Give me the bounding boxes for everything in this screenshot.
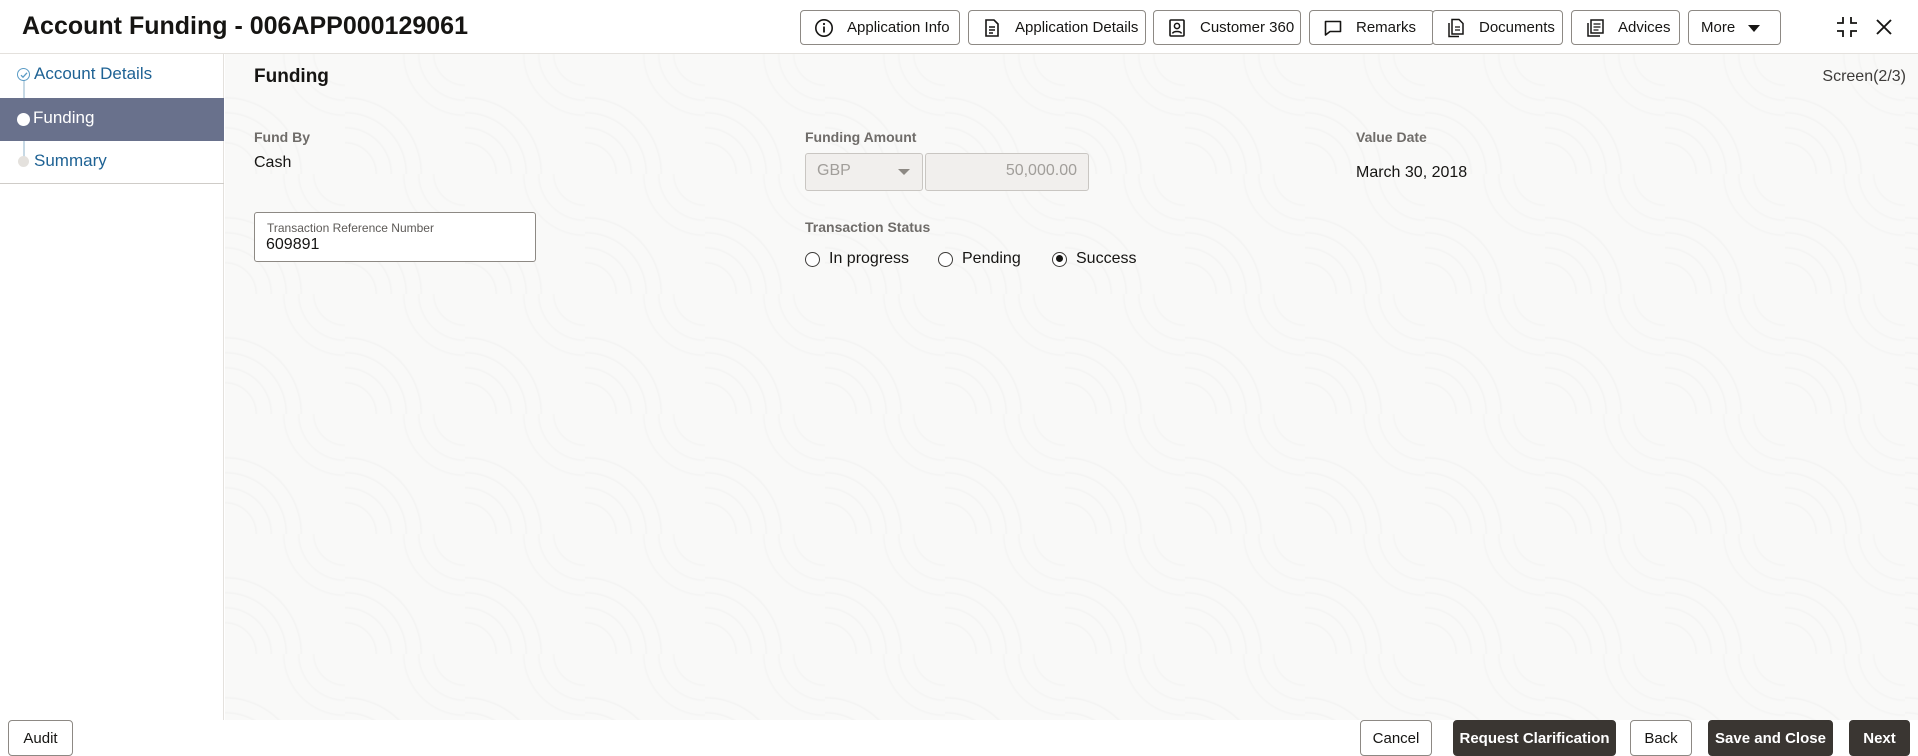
remarks-button[interactable]: Remarks — [1309, 10, 1434, 45]
pending-step-dot-icon — [18, 156, 29, 167]
step-label: Account Details — [34, 64, 153, 83]
radio-circle — [805, 251, 820, 267]
currency-value: GBP — [817, 162, 851, 179]
customer-360-button[interactable]: Customer 360 — [1153, 10, 1301, 45]
transaction-reference-field[interactable]: Transaction Reference Number 609891 — [254, 212, 536, 262]
more-menu-button[interactable]: More — [1688, 10, 1781, 45]
funding-form: Funding Screen(2/3) Fund By Cash Funding… — [225, 54, 1918, 720]
remarks-label: Remarks — [1356, 19, 1417, 36]
currency-select[interactable]: GBP — [805, 153, 923, 191]
value-date-value: March 30, 2018 — [1356, 164, 1468, 181]
advices-icon — [1584, 17, 1606, 39]
info-icon — [813, 17, 835, 39]
radio-success[interactable]: Success — [1052, 250, 1136, 268]
funding-amount-input[interactable]: 50,000.00 — [925, 153, 1089, 191]
step-label: Summary — [34, 151, 107, 170]
application-info-button[interactable]: Application Info — [800, 10, 960, 45]
application-details-button[interactable]: Application Details — [968, 10, 1146, 45]
dropdown-arrow-icon — [898, 169, 910, 175]
divider — [0, 183, 224, 184]
radio-pending[interactable]: Pending — [938, 250, 1021, 268]
advices-label: Advices — [1618, 19, 1671, 36]
back-button[interactable]: Back — [1630, 720, 1692, 756]
funding-amount-label: Funding Amount — [805, 129, 917, 145]
documents-icon — [1445, 17, 1467, 39]
customer-360-label: Customer 360 — [1200, 19, 1295, 36]
document-details-icon — [981, 17, 1003, 39]
section-title: Funding — [254, 66, 329, 87]
more-label: More — [1701, 19, 1736, 36]
page-title: Account Funding - 006APP000129061 — [22, 12, 468, 40]
documents-label: Documents — [1479, 19, 1555, 36]
comment-icon — [1322, 17, 1344, 39]
transaction-reference-value: 609891 — [266, 236, 320, 253]
radio-label: In progress — [829, 250, 910, 267]
radio-label: Success — [1076, 250, 1137, 267]
customer-card-icon — [1166, 17, 1188, 39]
transaction-status-label: Transaction Status — [805, 219, 931, 235]
screen-counter: Screen(2/3) — [1822, 68, 1906, 85]
footer-bar: Audit Cancel Request Clarification Back … — [0, 720, 1918, 756]
audit-button[interactable]: Audit — [8, 720, 73, 756]
value-date-label: Value Date — [1356, 129, 1427, 145]
next-button[interactable]: Next — [1849, 720, 1910, 756]
advices-button[interactable]: Advices — [1571, 10, 1680, 45]
current-step-dot-icon — [17, 113, 30, 126]
radio-circle — [938, 251, 953, 267]
step-summary[interactable]: Summary — [0, 141, 224, 184]
documents-button[interactable]: Documents — [1432, 10, 1563, 45]
transaction-reference-label: Transaction Reference Number — [267, 221, 434, 235]
step-account-details[interactable]: Account Details — [0, 54, 224, 97]
fund-by-value: Cash — [254, 154, 292, 171]
fund-by-label: Fund By — [254, 129, 310, 145]
close-icon[interactable] — [1871, 14, 1897, 40]
minimize-icon[interactable] — [1834, 14, 1860, 40]
step-label: Funding — [33, 108, 95, 127]
caret-down-icon — [1748, 25, 1760, 32]
request-clarification-button[interactable]: Request Clarification — [1453, 720, 1616, 756]
radio-in-progress[interactable]: In progress — [805, 250, 909, 268]
application-info-label: Application Info — [847, 19, 950, 36]
radio-circle-selected — [1052, 251, 1067, 267]
page-header: Account Funding - 006APP000129061 Applic… — [0, 0, 1918, 54]
step-funding[interactable]: Funding — [0, 98, 224, 141]
check-circle-icon — [17, 68, 30, 81]
application-details-label: Application Details — [1015, 19, 1139, 36]
cancel-button[interactable]: Cancel — [1360, 720, 1432, 756]
radio-label: Pending — [962, 250, 1021, 267]
save-and-close-button[interactable]: Save and Close — [1708, 720, 1833, 756]
step-navigation: Account Details Funding Summary — [0, 54, 224, 720]
